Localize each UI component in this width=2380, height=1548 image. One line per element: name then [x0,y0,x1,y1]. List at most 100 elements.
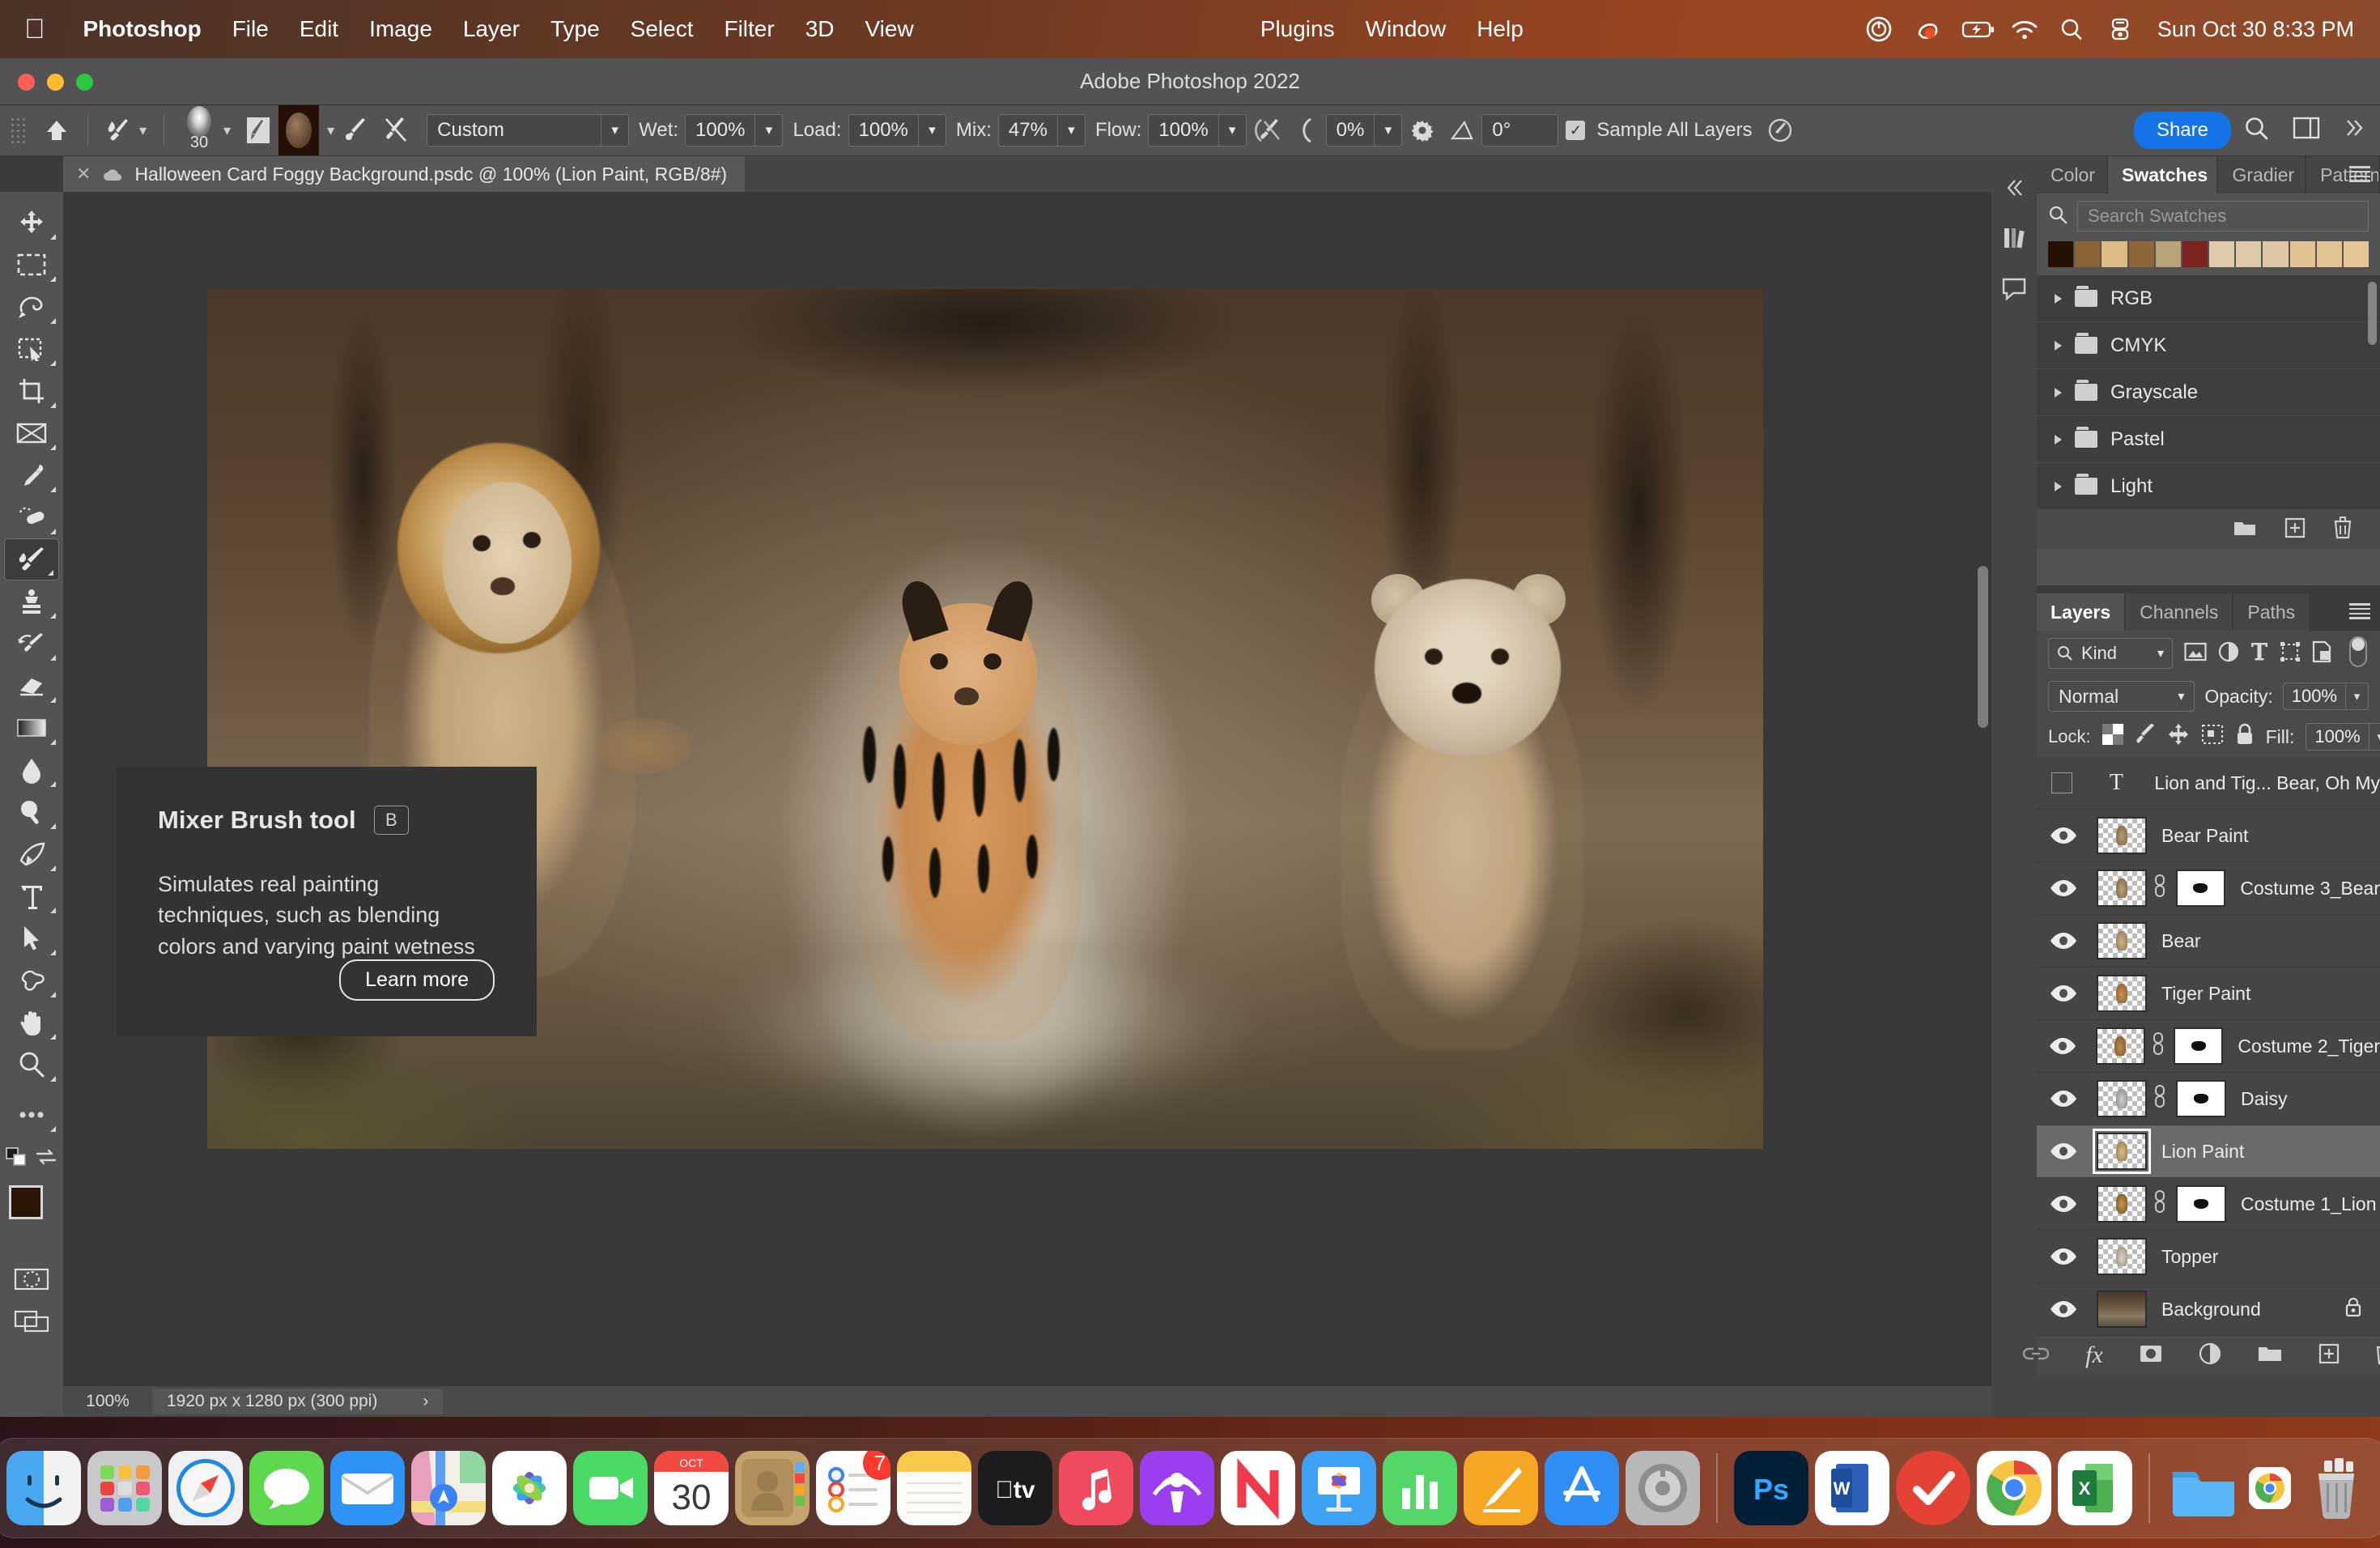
screen-mode-icon[interactable] [2,1300,61,1342]
panel-menu-icon[interactable] [2349,166,2370,182]
layer-row[interactable]: Costume 1_Lion [2037,1178,2380,1231]
move-tool[interactable] [2,202,61,244]
delete-swatch-icon[interactable] [2333,516,2352,543]
chevron-right-icon[interactable]: › [423,1392,428,1411]
horizontal-type-tool[interactable] [2,875,61,917]
chevron-right-icon[interactable] [2055,387,2062,398]
options-bar-grip[interactable] [10,117,28,144]
battery-charging-icon[interactable] [1958,13,1994,45]
layer-visibility-eye-icon[interactable] [2037,1142,2090,1160]
menu-item-help[interactable]: Help [1461,16,1539,42]
swatch-10[interactable] [2316,241,2342,267]
layer-mask-thumbnail[interactable] [2176,1185,2226,1223]
trash-icon[interactable] [2299,1451,2374,1525]
photoshop-icon[interactable]: Ps [1734,1451,1808,1525]
dodge-tool[interactable] [2,791,61,833]
crop-tool[interactable] [2,370,61,412]
blend-preset-dropdown[interactable]: Custom ▾ [427,114,630,147]
swatch-5[interactable] [2182,241,2208,267]
filter-shape-icon[interactable] [2280,641,2301,666]
history-brush-tool[interactable] [2,623,61,665]
zoom-level[interactable]: 100% [63,1392,152,1411]
layer-visibility-eye-icon[interactable] [2037,1248,2090,1265]
swatch-0[interactable] [2048,241,2074,267]
finder-icon[interactable] [6,1451,81,1525]
layer-row[interactable]: Bear Paint [2037,810,2380,862]
calendar-icon[interactable]: OCT 30 [654,1451,729,1525]
layer-visibility-eye-icon[interactable] [2037,1037,2089,1055]
apple-tv-icon[interactable]: tv [978,1451,1052,1525]
chevron-right-icon[interactable] [2055,293,2062,304]
swatch-3[interactable] [2128,241,2154,267]
podcasts-icon[interactable] [1140,1451,1214,1525]
layer-thumbnail[interactable] [2097,1291,2147,1328]
chevron-down-icon-wet[interactable]: ▾ [754,115,782,146]
swatch-group-grayscale[interactable]: Grayscale [2037,369,2380,416]
learn-more-button[interactable]: Learn more [339,959,495,1001]
reminders-icon[interactable]: 7 [816,1451,890,1525]
chevron-right-icon[interactable] [2055,340,2062,351]
sample-all-layers-checkbox[interactable]: ✓ Sample All Layers [1558,105,1759,156]
apple-logo-icon[interactable]:  [24,15,45,43]
layer-row[interactable]: Costume 2_Tiger [2037,1020,2380,1073]
layer-thumbnail[interactable] [2097,1185,2147,1223]
news-icon[interactable] [1221,1451,1295,1525]
swatch-4[interactable] [2155,241,2181,267]
spot-healing-brush-tool[interactable] [2,496,61,538]
layer-thumbnail[interactable] [2096,870,2147,907]
canvas-area[interactable]: Mixer Brush tool B Simulates real painti… [63,192,1991,1417]
add-layer-mask-icon[interactable] [2139,1344,2163,1367]
pen-tool[interactable] [2,833,61,875]
layer-visibility-eye-icon[interactable] [2037,827,2090,844]
search-icon[interactable] [2055,13,2091,45]
brush-settings-panel-icon[interactable] [238,105,278,156]
keynote-icon[interactable] [1302,1451,1376,1525]
chevron-down-icon[interactable]: ▾ [139,122,147,139]
chevron-down-icon-fill[interactable]: ▾ [2368,724,2380,750]
menu-item-file[interactable]: File [217,16,284,42]
current-brush-load-swatch[interactable] [278,105,320,155]
google-chrome-icon[interactable] [1977,1451,2051,1525]
tab-layers[interactable]: Layers [2037,593,2125,631]
zoom-tool[interactable] [2,1044,61,1086]
new-swatch-icon[interactable] [2284,517,2306,542]
new-adjustment-layer-icon[interactable] [2199,1342,2221,1369]
share-button[interactable]: Share [2133,112,2231,149]
blur-tool[interactable] [2,749,61,791]
layer-row[interactable]: T Lion and Tig... Bear, Oh My [2037,757,2380,810]
screen-record-icon[interactable] [1861,13,1897,45]
music-icon[interactable] [1059,1451,1133,1525]
system-preferences-icon[interactable] [1626,1451,1700,1525]
quick-mask-icon[interactable] [2,1258,61,1300]
menu-item-layer[interactable]: Layer [448,16,535,42]
contacts-icon[interactable] [735,1451,810,1525]
menu-item-image[interactable]: Image [354,16,448,42]
layer-visibility-empty-icon[interactable] [2037,772,2087,793]
layer-style-fx-icon[interactable]: fx [2085,1342,2103,1369]
new-group-icon-layers[interactable] [2257,1344,2283,1367]
control-center-icon[interactable] [2104,13,2140,45]
angle-field[interactable]: 0° [1481,114,1559,147]
launchpad-icon[interactable] [87,1451,162,1525]
menu-item-select[interactable]: Select [615,16,709,42]
rectangular-marquee-tool[interactable] [2,244,61,286]
notes-icon[interactable] [897,1451,971,1525]
collapse-panels-icon[interactable] [1995,169,2033,206]
swap-colors-icon[interactable] [35,1147,57,1171]
layer-mask-thumbnail[interactable] [2175,870,2226,907]
filter-pixel-icon[interactable] [2184,642,2207,666]
layer-filter-kind-dropdown[interactable]: Kind ▾ [2048,638,2173,669]
eraser-tool[interactable] [2,665,61,707]
swatch-group-cmyk[interactable]: CMYK [2037,322,2380,369]
frame-tool[interactable] [2,412,61,454]
new-layer-icon[interactable] [2318,1343,2340,1368]
panel-menu-icon-layers[interactable] [2349,603,2370,619]
pages-icon[interactable] [1464,1451,1538,1525]
chevron-down-icon-kind[interactable]: ▾ [2157,645,2164,661]
chevron-down-icon-swatch[interactable]: ▾ [327,122,334,139]
chevron-down-icon-opacity[interactable]: ▾ [2345,683,2368,709]
swatch-9[interactable] [2289,241,2315,267]
load-field[interactable]: 100% ▾ [848,114,946,147]
new-group-icon[interactable] [2233,518,2257,542]
swatch-group-pastel[interactable]: Pastel [2037,416,2380,463]
